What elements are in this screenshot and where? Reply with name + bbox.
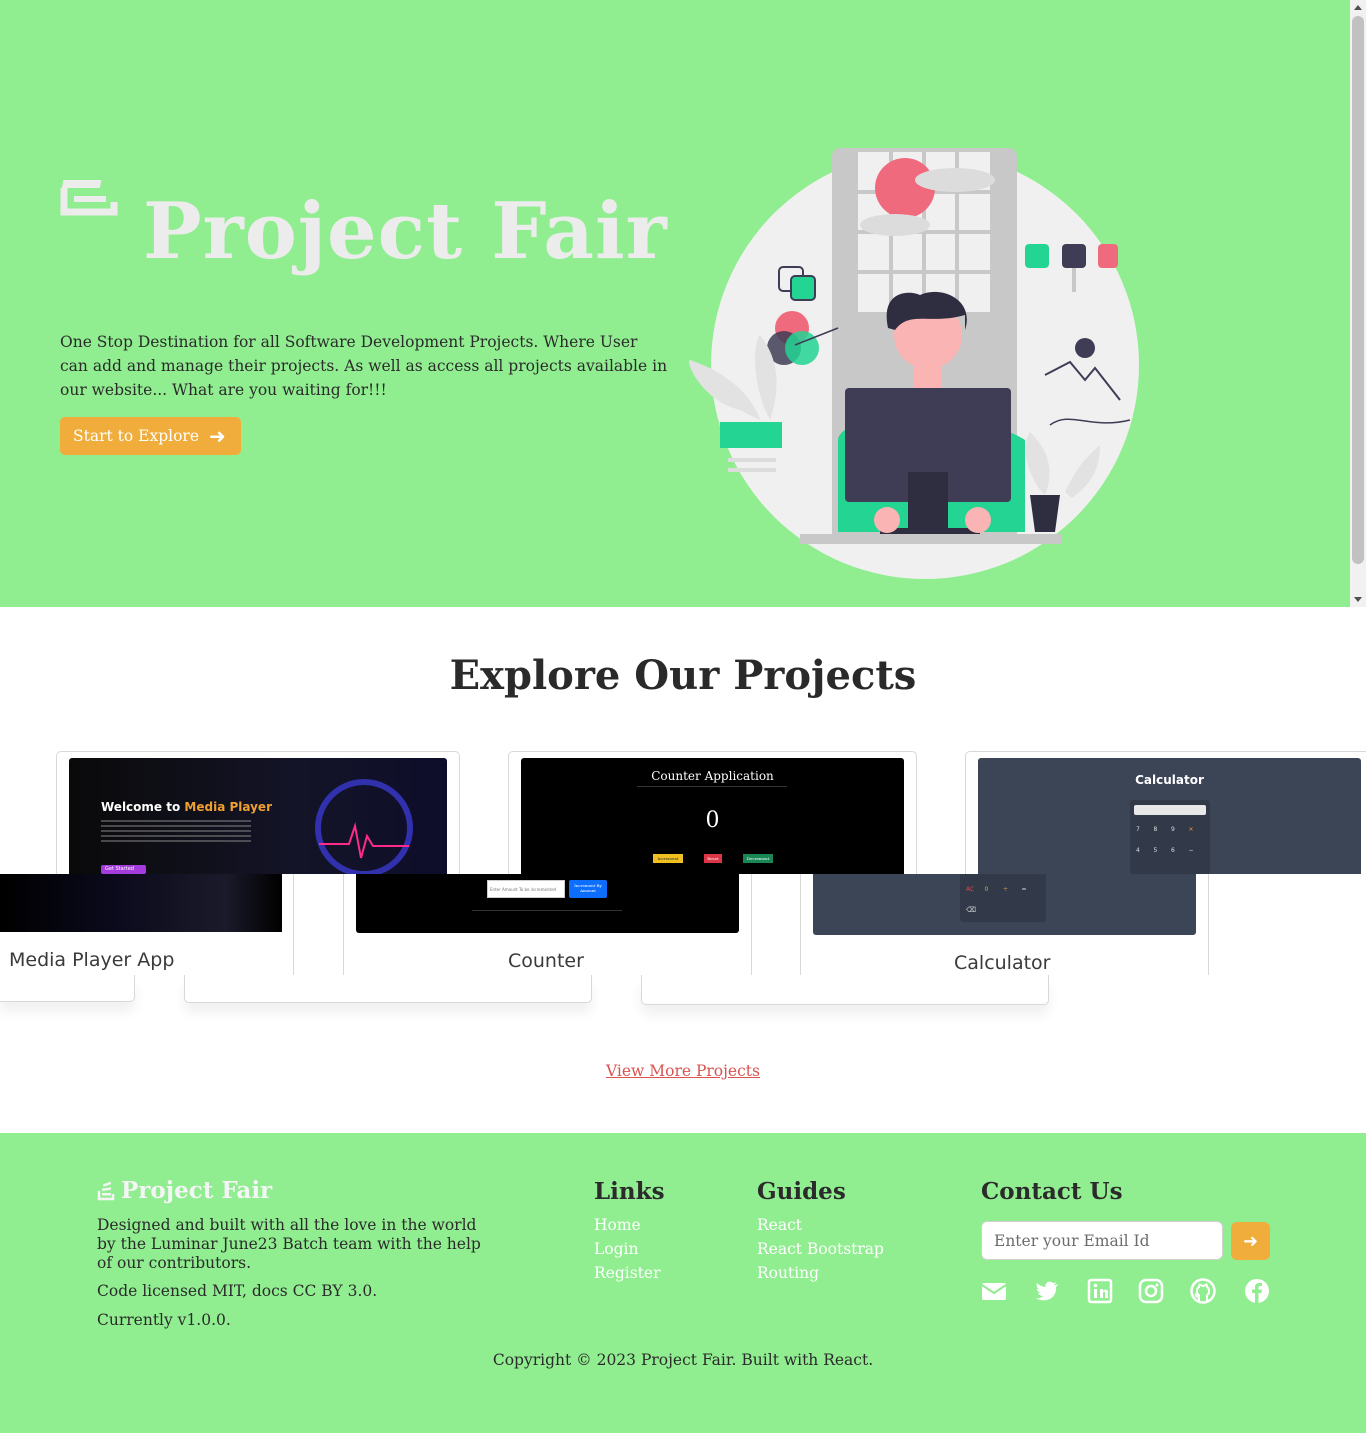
project-title-media-player: Media Player App — [9, 949, 175, 971]
hero-title: Project Fair — [143, 186, 668, 277]
thumb-get-started-button: Get Started — [101, 865, 146, 874]
links-heading: Links — [594, 1178, 665, 1205]
instagram-icon[interactable] — [1138, 1278, 1164, 1304]
thumb-welcome-text: Welcome to — [101, 800, 181, 814]
calc-key: 4 — [1136, 847, 1140, 854]
guides-heading: Guides — [757, 1178, 846, 1205]
footer-guide-routing[interactable]: Routing — [757, 1264, 819, 1282]
footer-guide-react-bootstrap[interactable]: React Bootstrap — [757, 1240, 884, 1258]
thumb-calculator-heading: Calculator — [1135, 773, 1204, 787]
footer-description: Designed and built with all the love in … — [97, 1216, 481, 1272]
projects-heading: Explore Our Projects — [449, 652, 917, 699]
github-icon[interactable] — [1190, 1278, 1216, 1304]
scrollbar-thumb[interactable] — [1352, 16, 1364, 564]
calc-key: 7 — [1136, 826, 1140, 833]
calc-key: × — [1188, 826, 1194, 833]
project-thumbnail-media-player-lower — [0, 874, 282, 932]
project-card-media-player-footer — [0, 975, 135, 1002]
project-card-counter-footer — [184, 975, 592, 1003]
calc-key: 9 — [1171, 826, 1175, 833]
footer-brand-name: Project Fair — [121, 1177, 273, 1204]
project-thumbnail-counter-lower: Increment By Amount — [356, 874, 739, 933]
stack-logo-icon — [97, 1181, 115, 1200]
project-card-calculator-footer — [641, 975, 1049, 1005]
thumb-brand-text: Media Player — [184, 800, 272, 814]
thumb-counter-heading: Counter Application — [651, 769, 774, 783]
calc-key: 5 — [1153, 847, 1158, 854]
project-thumbnail-calculator-lower: AC 0 ÷ = ⌫ — [813, 874, 1196, 935]
arrow-right-icon: ➜ — [209, 424, 226, 448]
calc-key: ÷ — [1003, 886, 1009, 893]
footer-link-register[interactable]: Register — [594, 1264, 661, 1282]
footer-brand: Project Fair — [97, 1177, 272, 1204]
facebook-icon[interactable] — [1244, 1278, 1270, 1304]
footer-guide-react[interactable]: React — [757, 1216, 802, 1234]
copyright-text: Copyright © 2023 Project Fair. Built wit… — [492, 1351, 874, 1369]
thumb-lorem-lines — [101, 820, 251, 844]
calc-key: − — [1188, 847, 1194, 854]
arrow-right-icon: ➜ — [1242, 1230, 1259, 1252]
hero-description: One Stop Destination for all Software De… — [60, 333, 668, 399]
footer: Project Fair Designed and built with all… — [0, 1133, 1366, 1433]
scrollbar[interactable] — [1350, 0, 1366, 607]
scroll-down-icon[interactable] — [1354, 597, 1362, 602]
thumb-amount-input — [487, 880, 565, 898]
project-title-calculator: Calculator — [954, 952, 1051, 974]
view-more-projects-link[interactable]: View More Projects — [0, 1062, 1366, 1080]
thumb-reset-button: Reset — [704, 854, 722, 863]
stack-logo-icon — [60, 180, 118, 216]
footer-link-home[interactable]: Home — [594, 1216, 641, 1234]
project-thumbnail-counter: Counter Application 0 Increment Reset De… — [521, 758, 904, 874]
backspace-icon: ⌫ — [966, 906, 976, 914]
start-to-explore-button[interactable]: Start to Explore ➜ — [60, 417, 241, 455]
calc-key: AC — [966, 886, 975, 893]
hero-section: Project Fair One Stop Destination for al… — [0, 0, 1350, 607]
project-title-counter: Counter — [508, 950, 584, 972]
twitter-icon[interactable] — [1034, 1278, 1060, 1304]
calc-key: 6 — [1171, 847, 1175, 854]
start-to-explore-label: Start to Explore — [73, 427, 199, 445]
thumb-decrement-button: Decrement — [743, 854, 773, 863]
linkedin-icon[interactable] — [1087, 1278, 1113, 1304]
developer-illustration — [689, 148, 1139, 579]
footer-license: Code licensed MIT, docs CC BY 3.0. — [97, 1282, 378, 1300]
calc-key: = — [1021, 886, 1027, 893]
footer-link-login[interactable]: Login — [594, 1240, 639, 1258]
scroll-up-icon[interactable] — [1354, 5, 1362, 10]
thumb-increment-by-amount-button: Increment By Amount — [569, 880, 607, 898]
calc-key: 0 — [984, 886, 989, 893]
email-submit-button[interactable]: ➜ — [1231, 1222, 1270, 1260]
envelope-icon[interactable] — [981, 1278, 1007, 1304]
project-thumbnail-calculator: Calculator 7 8 9 × 4 5 6 − — [978, 758, 1361, 874]
footer-version: Currently v1.0.0. — [97, 1311, 231, 1329]
thumb-counter-value: 0 — [705, 808, 720, 833]
contact-heading: Contact Us — [981, 1178, 1123, 1205]
project-thumbnail-media-player: Welcome to Media Player Get Started — [69, 758, 447, 874]
thumb-increment-button: Increment — [653, 854, 683, 863]
headphones-icon — [315, 779, 413, 874]
calc-key: 8 — [1153, 826, 1158, 833]
email-input[interactable] — [981, 1221, 1223, 1260]
